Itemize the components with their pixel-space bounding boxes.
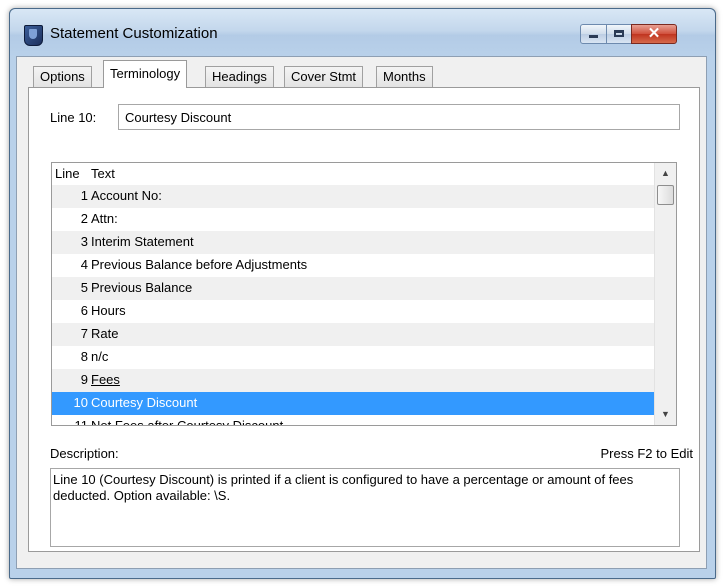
tab-cover-stmt[interactable]: Cover Stmt: [284, 66, 364, 87]
row-text: Interim Statement: [91, 234, 194, 249]
close-button[interactable]: ✕: [631, 24, 677, 44]
table-row[interactable]: 3 Interim Statement: [52, 231, 655, 254]
table-row[interactable]: 5 Previous Balance: [52, 277, 655, 300]
row-text: Net Fees after Courtesy Discount: [91, 418, 284, 426]
row-text: Rate: [91, 326, 119, 341]
column-header-text: Text: [91, 166, 115, 181]
tab-months[interactable]: Months: [376, 66, 433, 87]
row-text: Previous Balance: [91, 280, 193, 295]
table-row[interactable]: 6 Hours: [52, 300, 655, 323]
row-line-number: 5: [80, 280, 88, 295]
scroll-down-arrow-icon[interactable]: ▼: [655, 406, 676, 423]
scroll-thumb[interactable]: [657, 185, 674, 205]
table-row[interactable]: 4 Previous Balance before Adjustments: [52, 254, 655, 277]
line-field-label: Line 10:: [50, 110, 97, 125]
row-line-number: 3: [80, 234, 88, 249]
maximize-icon: [614, 30, 624, 37]
minimize-icon: [589, 35, 598, 38]
table-row[interactable]: 7 Rate: [52, 323, 655, 346]
table-row-selected[interactable]: 10 Courtesy Discount: [52, 392, 655, 415]
table-row[interactable]: 11 Net Fees after Courtesy Discount: [52, 415, 655, 426]
grid-vertical-scrollbar[interactable]: ▲ ▼: [654, 163, 676, 425]
scroll-up-arrow-icon[interactable]: ▲: [655, 165, 676, 182]
tab-options[interactable]: Options: [33, 66, 92, 87]
description-label: Description:: [50, 446, 119, 461]
row-line-number: 8: [80, 349, 88, 364]
row-line-number: 10: [73, 395, 88, 410]
row-line-number: 1: [80, 188, 88, 203]
minimize-button[interactable]: [580, 24, 607, 44]
table-row[interactable]: 8 n/c: [52, 346, 655, 369]
terminology-grid[interactable]: Line Text 1 Account No: 2 Attn: 3 Interim S…: [51, 162, 677, 426]
column-header-line: Line: [55, 166, 80, 181]
row-line-number: 11: [74, 418, 89, 426]
row-text: Fees: [91, 372, 120, 387]
title-bar[interactable]: Statement Customization ✕: [10, 9, 715, 57]
row-text: Account No:: [91, 188, 162, 203]
edit-hint: Press F2 to Edit: [600, 446, 693, 461]
table-row[interactable]: 1 Account No:: [52, 185, 655, 208]
description-text[interactable]: Line 10 (Courtesy Discount) is printed i…: [50, 468, 680, 547]
row-text: Attn:: [91, 211, 118, 226]
grid-header: Line Text: [52, 163, 655, 186]
window-title: Statement Customization: [50, 25, 218, 42]
row-text: Hours: [91, 303, 126, 318]
row-line-number: 4: [80, 257, 88, 272]
row-line-number: 7: [80, 326, 88, 341]
table-row[interactable]: 2 Attn:: [52, 208, 655, 231]
row-line-number: 2: [80, 211, 88, 226]
app-shield-icon: [24, 25, 43, 46]
maximize-button[interactable]: [606, 24, 632, 44]
row-text: n/c: [91, 349, 109, 364]
line-text-input[interactable]: [118, 104, 680, 130]
row-line-number: 9: [80, 372, 88, 387]
row-text: Previous Balance before Adjustments: [91, 257, 308, 272]
row-text: Courtesy Discount: [91, 395, 198, 410]
tab-terminology[interactable]: Terminology: [103, 60, 188, 88]
table-row[interactable]: 9 Fees: [52, 369, 655, 392]
row-line-number: 6: [80, 303, 88, 318]
tab-headings[interactable]: Headings: [205, 66, 274, 87]
close-icon: ✕: [647, 25, 661, 42]
